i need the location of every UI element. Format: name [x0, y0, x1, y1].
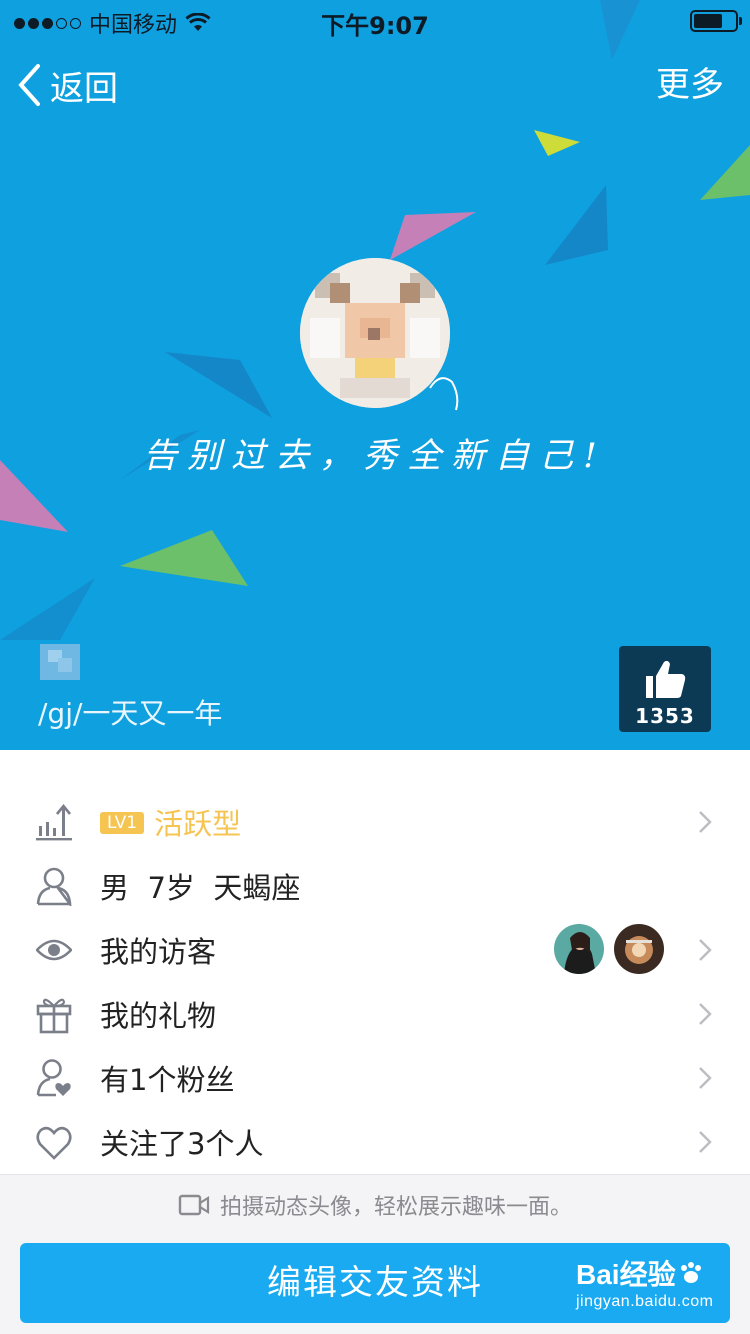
paw-icon: [680, 1262, 701, 1283]
watermark-url: jingyan.baidu.com: [576, 1293, 714, 1310]
visitor-avatar: [554, 924, 604, 974]
profile-signature: /gj/一天又一年: [38, 697, 223, 730]
swirl-decoration: [429, 377, 459, 411]
status-time: 下午9:07: [321, 12, 429, 40]
fans-label: 有1个粉丝: [100, 1063, 235, 1097]
chevron-right-icon: [699, 1131, 712, 1153]
gift-icon: [36, 998, 72, 1034]
back-button[interactable]: 返回: [16, 60, 118, 110]
chevron-right-icon: [699, 1003, 712, 1025]
visitors-label: 我的访客: [100, 935, 217, 969]
more-button[interactable]: 更多: [656, 60, 724, 110]
video-camera-icon: [178, 1194, 210, 1216]
tip-text: 拍摄动态头像，轻松展示趣味一面。: [219, 1195, 572, 1220]
zodiac: 天蝎座: [213, 871, 301, 905]
fans-icon: [36, 1059, 71, 1097]
level-badge: LV1: [100, 812, 145, 834]
visitor-avatars: [554, 924, 664, 974]
list-item-level[interactable]: LV1 活跃型: [0, 790, 750, 854]
profile-info-list: LV1 活跃型 男 7岁 天蝎座 我的访客 我的礼物 有1个粉丝 关注了3个人: [0, 790, 750, 1174]
thumbs-up-icon: [646, 660, 686, 698]
chevron-right-icon: [699, 1067, 712, 1089]
chevron-right-icon: [699, 811, 712, 833]
person-icon: [36, 867, 72, 906]
like-count: 1353: [635, 704, 695, 728]
gender: 男: [100, 871, 130, 905]
visitor-avatar: [614, 924, 664, 974]
back-label: 返回: [50, 68, 118, 109]
status-bar: 中国移动 下午9:07: [0, 0, 750, 40]
list-item-basic-info: 男 7岁 天蝎座: [0, 854, 750, 918]
level-type: 活跃型: [154, 807, 242, 841]
chevron-left-icon: [18, 64, 40, 106]
following-label: 关注了3个人: [100, 1127, 264, 1161]
chevron-right-icon: [699, 939, 712, 961]
list-item-fans[interactable]: 有1个粉丝: [0, 1046, 750, 1110]
list-item-visitors[interactable]: 我的访客: [0, 918, 750, 982]
bottom-panel: 拍摄动态头像，轻松展示趣味一面。 编辑交友资料 Bai经验 jingyan.ba…: [0, 1174, 750, 1334]
age: 7岁: [147, 871, 195, 905]
battery-icon: [690, 10, 742, 32]
gifts-label: 我的礼物: [100, 999, 217, 1033]
profile-banner: 中国移动 下午9:07 返回 更多 告别过去，秀全新自己! /gj/一天又一年 …: [0, 0, 750, 750]
list-item-following[interactable]: 关注了3个人: [0, 1110, 750, 1174]
username-pixelated: [40, 644, 80, 680]
heart-icon: [36, 1126, 72, 1160]
like-button[interactable]: 1353: [619, 646, 711, 732]
video-avatar-tip[interactable]: 拍摄动态头像，轻松展示趣味一面。: [0, 1189, 750, 1221]
baidu-watermark: Bai经验 jingyan.baidu.com: [576, 1253, 713, 1311]
profile-slogan: 告别过去，秀全新自己!: [143, 436, 607, 476]
eye-icon: [36, 939, 72, 961]
watermark-brand: Bai经验: [576, 1259, 676, 1290]
list-item-gifts[interactable]: 我的礼物: [0, 982, 750, 1046]
level-chart-icon: [36, 803, 72, 841]
